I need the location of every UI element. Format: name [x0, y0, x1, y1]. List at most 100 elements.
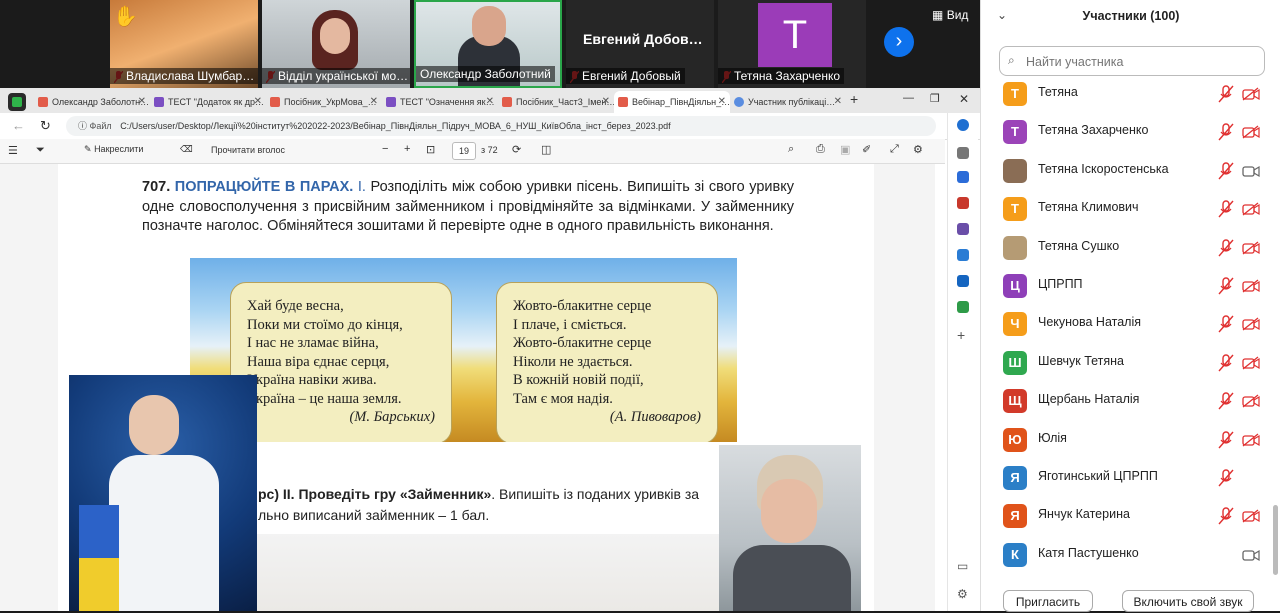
close-tab-icon[interactable]: ✕ — [370, 91, 378, 113]
mic-muted-icon[interactable] — [1218, 469, 1234, 487]
print-icon[interactable]: ⎙ — [816, 143, 825, 156]
read-aloud-button[interactable]: Прочитати вголос — [211, 145, 285, 155]
close-tab-icon[interactable]: ✕ — [486, 91, 494, 113]
next-page-button[interactable]: › — [884, 27, 914, 57]
camera-off-icon[interactable] — [1242, 125, 1260, 139]
mic-muted-icon[interactable] — [1218, 430, 1234, 449]
camera-off-icon[interactable] — [1242, 87, 1260, 101]
browser-tab[interactable]: Посібник_Част3_Імен… ✕ — [498, 91, 614, 113]
participant-row[interactable]: Ч Чекунова Наталія — [981, 305, 1280, 343]
participant-row[interactable]: Ц ЦПРПП — [981, 267, 1280, 305]
participant-row[interactable]: Тетяна Іскоростенська — [981, 152, 1280, 190]
video-tile-active-speaker[interactable]: Олександр Заболотний — [414, 0, 562, 88]
close-tab-icon[interactable]: ✕ — [138, 91, 146, 113]
rotate-icon[interactable]: ⟳ — [512, 143, 521, 156]
participant-row[interactable]: Я Яготинський ЦПРПП — [981, 459, 1280, 497]
bing-chat-icon[interactable] — [957, 119, 969, 131]
camera-off-icon[interactable] — [1242, 509, 1260, 523]
mic-muted-icon[interactable] — [1218, 238, 1234, 257]
add-sidebar-icon[interactable]: + — [957, 327, 965, 343]
close-tab-icon[interactable]: ✕ — [602, 91, 610, 113]
reload-button[interactable]: ↻ — [40, 118, 51, 134]
mic-muted-icon[interactable] — [1218, 85, 1234, 103]
search-input[interactable] — [1024, 51, 1258, 73]
video-tile[interactable]: T Тетяна Захарченко — [718, 0, 866, 88]
browser-tab-active[interactable]: Вебінар_ПівнДіяльн_… ✕ — [614, 91, 730, 113]
browser-tab[interactable]: ТЕСТ "Додаток як др… ✕ — [150, 91, 266, 113]
participant-row[interactable]: Т Тетяна Климович — [981, 190, 1280, 228]
camera-off-icon[interactable] — [1242, 317, 1260, 331]
mic-icon[interactable] — [1218, 546, 1234, 564]
mic-muted-icon[interactable] — [1218, 507, 1234, 525]
profile-shield-icon[interactable] — [8, 93, 26, 111]
settings-icon[interactable]: ⚙ — [913, 143, 923, 156]
close-tab-icon[interactable]: ✕ — [834, 91, 842, 113]
shopping-icon[interactable] — [957, 171, 969, 183]
browser-tab[interactable]: ТЕСТ "Означення як… ✕ — [382, 91, 498, 113]
camera-icon[interactable] — [1242, 548, 1260, 562]
search-sidebar-icon[interactable] — [957, 147, 969, 159]
camera-off-icon[interactable] — [1242, 202, 1260, 216]
mic-muted-icon[interactable] — [1218, 354, 1234, 372]
mic-muted-icon[interactable] — [1218, 392, 1234, 410]
page-number-input[interactable]: 19 — [452, 142, 476, 160]
participant-row[interactable]: Щ Щербань Наталія — [981, 382, 1280, 420]
task-paragraph: 707. ПОПРАЦЮЙТЕ В ПАРАХ. I. Розподіліть … — [142, 178, 794, 237]
camera-icon[interactable] — [1242, 164, 1260, 178]
participant-row[interactable]: К Катя Пастушенко — [981, 536, 1280, 574]
save-as-icon[interactable]: ✐ — [862, 143, 871, 156]
participant-row[interactable]: Ю Юлія — [981, 421, 1280, 459]
mic-muted-icon[interactable] — [1218, 162, 1234, 180]
fit-page-icon[interactable]: ⊡ — [426, 143, 435, 156]
draw-button[interactable]: ✎ Накреслити — [84, 144, 143, 155]
browser-tab[interactable]: Олександр Заболотн… ✕ — [34, 91, 150, 113]
tools-icon[interactable] — [957, 197, 969, 209]
browser-tab[interactable]: Участник публікаці… ✕ — [730, 91, 846, 113]
view-button[interactable]: ▦ Вид — [932, 8, 968, 22]
zoom-in-button[interactable]: + — [404, 143, 410, 155]
mic-muted-icon[interactable] — [1218, 315, 1234, 333]
participant-row[interactable]: Ш Шевчук Тетяна — [981, 344, 1280, 382]
office-icon[interactable] — [957, 249, 969, 261]
fullscreen-icon[interactable]: ⤢ — [890, 143, 899, 156]
mic-muted-icon[interactable] — [1218, 277, 1234, 295]
games-icon[interactable] — [957, 223, 969, 235]
outlook-icon[interactable] — [957, 275, 969, 287]
url-field[interactable]: ⓘ Файл C:/Users/user/Desktop/Лекції%20ін… — [66, 116, 936, 136]
mic-muted-icon[interactable] — [1218, 123, 1234, 141]
filter-icon[interactable]: ⏷ — [36, 144, 45, 157]
save-icon[interactable]: ▣ — [840, 143, 850, 156]
search-icon[interactable]: ⌕ — [788, 143, 794, 156]
camera-off-icon[interactable] — [1242, 241, 1260, 255]
new-tab-button[interactable]: + — [850, 91, 858, 107]
camera-off-icon[interactable] — [1242, 279, 1260, 293]
video-tile[interactable]: Евгений Добов… Евгений Добовый — [566, 0, 714, 88]
camera-off-icon[interactable] — [1242, 394, 1260, 408]
zoom-out-button[interactable]: − — [382, 143, 388, 155]
split-screen-icon[interactable]: ▭ — [957, 559, 968, 573]
close-window-button[interactable]: ✕ — [959, 92, 969, 106]
close-tab-icon[interactable]: ✕ — [718, 91, 726, 113]
camera-off-icon[interactable] — [1242, 356, 1260, 370]
close-tab-icon[interactable]: ✕ — [254, 91, 262, 113]
sidebar-settings-icon[interactable]: ⚙ — [957, 587, 968, 601]
back-button[interactable]: ← — [12, 118, 25, 133]
invite-button[interactable]: Пригласить — [1003, 590, 1093, 612]
browser-tab[interactable]: Посібник_УкрМова_… ✕ — [266, 91, 382, 113]
minimize-button[interactable]: — — [903, 92, 914, 104]
eraser-icon[interactable]: ⌫ — [180, 144, 193, 155]
camera-off-icon[interactable] — [1242, 433, 1260, 447]
mic-muted-icon[interactable] — [1218, 200, 1234, 218]
participant-row[interactable]: Я Янчук Катерина — [981, 497, 1280, 535]
participant-row[interactable]: Тетяна Сушко — [981, 229, 1280, 267]
participant-row[interactable]: Т Тетяна — [981, 75, 1280, 113]
video-tile[interactable]: Відділ української мо… — [262, 0, 410, 88]
participant-search[interactable]: ⌕ — [999, 46, 1265, 76]
maximize-button[interactable]: ❐ — [930, 92, 940, 105]
participant-scrollbar[interactable] — [1273, 505, 1278, 575]
participant-row[interactable]: Т Тетяна Захарченко — [981, 113, 1280, 151]
unmute-self-button[interactable]: Включить свой звук — [1122, 590, 1254, 612]
contents-icon[interactable]: ☰ — [8, 144, 18, 157]
page-view-icon[interactable]: ◫ — [541, 143, 551, 156]
drop-icon[interactable] — [957, 301, 969, 313]
